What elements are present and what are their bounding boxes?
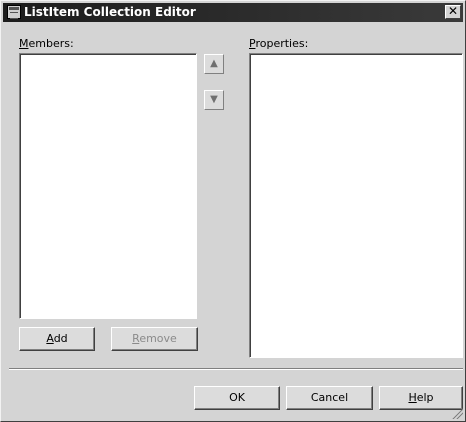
help-button-accelerator: H	[408, 391, 417, 404]
members-label: Members:	[19, 37, 74, 50]
add-button-label: dd	[53, 332, 68, 345]
arrow-down-icon: ▼	[210, 94, 218, 105]
members-label-accelerator: M	[19, 37, 29, 50]
help-button-label: elp	[416, 391, 434, 404]
properties-label: Properties:	[249, 37, 308, 50]
properties-label-text: roperties:	[255, 37, 309, 50]
move-down-button[interactable]: ▼	[204, 90, 224, 110]
resize-grip-icon[interactable]	[451, 407, 463, 419]
ok-button[interactable]: OK	[194, 386, 280, 410]
properties-grid[interactable]	[249, 53, 463, 358]
arrow-up-icon: ▲	[210, 58, 218, 69]
collection-editor-dialog: ListItem Collection Editor ✕ Members: Pr…	[0, 0, 466, 422]
members-list[interactable]	[19, 53, 197, 319]
close-icon[interactable]: ✕	[445, 5, 461, 19]
move-up-button[interactable]: ▲	[204, 54, 224, 74]
remove-button-label: emove	[139, 332, 177, 345]
cancel-button[interactable]: Cancel	[286, 386, 373, 410]
add-button-accelerator: A	[46, 332, 54, 345]
members-label-text: embers:	[28, 37, 74, 50]
window-title: ListItem Collection Editor	[24, 5, 196, 19]
collection-editor-icon	[7, 5, 21, 19]
add-button[interactable]: Add	[19, 327, 95, 351]
footer-separator	[9, 368, 463, 370]
title-bar[interactable]: ListItem Collection Editor ✕	[3, 3, 463, 22]
remove-button[interactable]: Remove	[111, 327, 198, 351]
